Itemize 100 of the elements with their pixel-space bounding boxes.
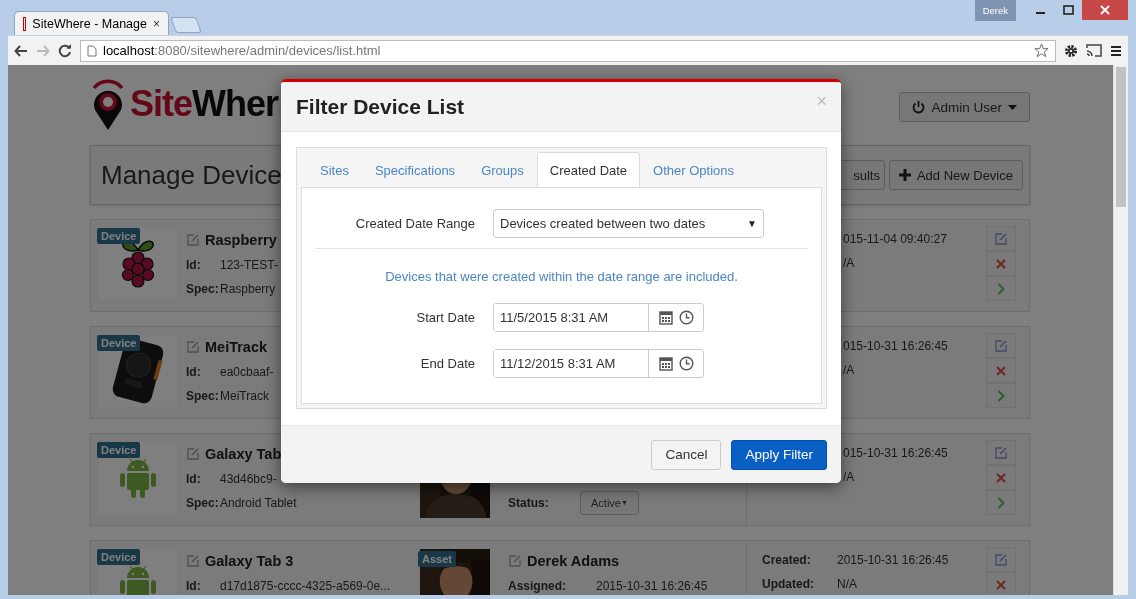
- calendar-icon[interactable]: [658, 355, 673, 371]
- calendar-icon[interactable]: [658, 309, 673, 325]
- page-title: Manage Device: [101, 159, 282, 191]
- device-tag: Device: [97, 228, 141, 244]
- cancel-button[interactable]: Cancel: [651, 439, 722, 470]
- forward-icon[interactable]: [36, 43, 50, 58]
- clock-icon[interactable]: [678, 309, 694, 325]
- created-label: Created:: [762, 553, 812, 567]
- power-icon: [912, 100, 926, 114]
- filter-tab[interactable]: Sites: [307, 152, 362, 187]
- id-label: Id:: [186, 472, 202, 486]
- field-label: Created Date Range: [354, 215, 475, 231]
- dialog-title: Filter Device List: [296, 94, 465, 119]
- edit-icon: [994, 231, 1008, 246]
- date-range-dropdown[interactable]: Devices created between two dates ▼: [493, 208, 764, 238]
- logo-wordmark: SiteWher: [130, 83, 279, 125]
- date-input-field[interactable]: 11/5/2015 8:31 AM: [493, 302, 704, 332]
- device-spec: Raspberry: [220, 282, 276, 296]
- device-id: ea0cbaaf-: [220, 365, 274, 379]
- updated-label: Updated:: [762, 577, 815, 591]
- filter-tab[interactable]: Specifications: [361, 152, 469, 187]
- add-device-button[interactable]: Add New Device: [888, 160, 1023, 190]
- close-window-button[interactable]: [1082, 0, 1128, 20]
- apply-button[interactable]: Apply Filter: [731, 439, 827, 470]
- device-tag: Device: [97, 549, 141, 565]
- asset-tag: Asset: [418, 551, 456, 567]
- status-dropdown[interactable]: Active$^{▼}$: [580, 491, 639, 515]
- settings-icon[interactable]: [1064, 43, 1078, 58]
- edit-icon: [994, 445, 1008, 460]
- device-spec: MeiTrack: [220, 389, 269, 403]
- close-icon: [996, 258, 1006, 269]
- profile-button[interactable]: Derek: [974, 0, 1016, 21]
- assigned-date: 2015-10-31 16:26:45: [596, 579, 708, 593]
- edit-button[interactable]: [986, 333, 1016, 358]
- created-date: 015-11-04 09:40:27: [843, 232, 947, 246]
- close-icon: [1100, 5, 1110, 15]
- user-menu-button[interactable]: Admin User: [899, 92, 1030, 122]
- new-tab-button[interactable]: [170, 17, 202, 33]
- field-label: Start Date: [415, 309, 475, 325]
- id-label: Id:: [186, 258, 202, 272]
- id-label: Id:: [186, 579, 202, 593]
- edit-icon: [994, 338, 1008, 353]
- chevron-right-icon: [997, 389, 1005, 402]
- spec-label: Spec:: [186, 282, 220, 296]
- device-id: 123-TEST-: [220, 258, 279, 272]
- delete-button[interactable]: [986, 572, 1016, 595]
- edit-icon: [186, 340, 200, 354]
- assigned-label: Assigned:: [508, 579, 567, 593]
- menu-icon[interactable]: [1110, 44, 1122, 57]
- edit-icon: [186, 554, 200, 568]
- delete-button[interactable]: [986, 358, 1016, 383]
- clock-icon[interactable]: [678, 355, 694, 371]
- filter-tab[interactable]: Groups: [468, 152, 537, 187]
- device-id: d17d1875-cccc-4325-a569-0e...: [220, 579, 391, 593]
- created-date: 015-10-31 16:26:45: [843, 339, 948, 353]
- scrollbar-thumb[interactable]: [1116, 67, 1126, 207]
- delete-button[interactable]: [986, 465, 1016, 490]
- chevron-right-icon: [997, 282, 1005, 295]
- chevron-right-icon: [997, 496, 1005, 509]
- edit-icon: [186, 233, 200, 247]
- spec-label: Spec:: [186, 389, 220, 403]
- device-id: 43d46bc9-: [220, 472, 277, 486]
- minimize-icon: [1035, 12, 1045, 14]
- created-date: 2015-10-31 16:26:45: [837, 553, 949, 567]
- updated-date: /A: [843, 363, 855, 377]
- asset-name[interactable]: Derek Adams: [527, 553, 620, 569]
- reload-icon[interactable]: [58, 43, 72, 58]
- maximize-icon: [1062, 5, 1074, 15]
- device-name[interactable]: MeiTrack: [205, 339, 268, 355]
- delete-button[interactable]: [986, 251, 1016, 276]
- id-label: Id:: [186, 365, 202, 379]
- browser-tab[interactable]: SiteWhere - Manage ×: [14, 11, 169, 35]
- tab-close-button[interactable]: ×: [153, 16, 160, 31]
- field-label: End Date: [419, 355, 475, 371]
- filter-tab[interactable]: Created Date: [536, 152, 641, 188]
- open-button[interactable]: [986, 276, 1016, 301]
- status-label: Status:: [508, 496, 550, 510]
- location-pin-logo-icon: [90, 78, 126, 130]
- site-favicon-icon: [23, 16, 27, 31]
- plus-icon: [898, 169, 911, 181]
- star-icon[interactable]: [1034, 43, 1049, 58]
- open-button[interactable]: [986, 383, 1016, 408]
- edit-button[interactable]: [986, 440, 1016, 465]
- updated-date: /A: [843, 470, 855, 484]
- filter-tab[interactable]: Other Options: [640, 152, 748, 187]
- back-icon[interactable]: [14, 43, 28, 58]
- created-date: 015-10-31 16:26:45: [843, 446, 948, 460]
- hint-text: Devices that were created within the date range are included.: [384, 269, 739, 284]
- device-name[interactable]: Galaxy Tab: [205, 446, 282, 462]
- edit-button[interactable]: [986, 226, 1016, 251]
- edit-icon: [186, 447, 200, 461]
- edit-button[interactable]: [986, 547, 1016, 572]
- device-name[interactable]: Raspberry: [205, 232, 277, 248]
- device-name[interactable]: Galaxy Tab 3: [205, 553, 294, 569]
- device-tag: Device: [97, 442, 141, 458]
- cast-icon[interactable]: [1086, 44, 1102, 57]
- address-bar[interactable]: localhost:8080/sitewhere/admin/devices/list.html: [80, 39, 1056, 62]
- date-input-field[interactable]: 11/12/2015 8:31 AM: [493, 348, 704, 378]
- updated-date: /A: [843, 256, 855, 270]
- open-button[interactable]: [986, 490, 1016, 515]
